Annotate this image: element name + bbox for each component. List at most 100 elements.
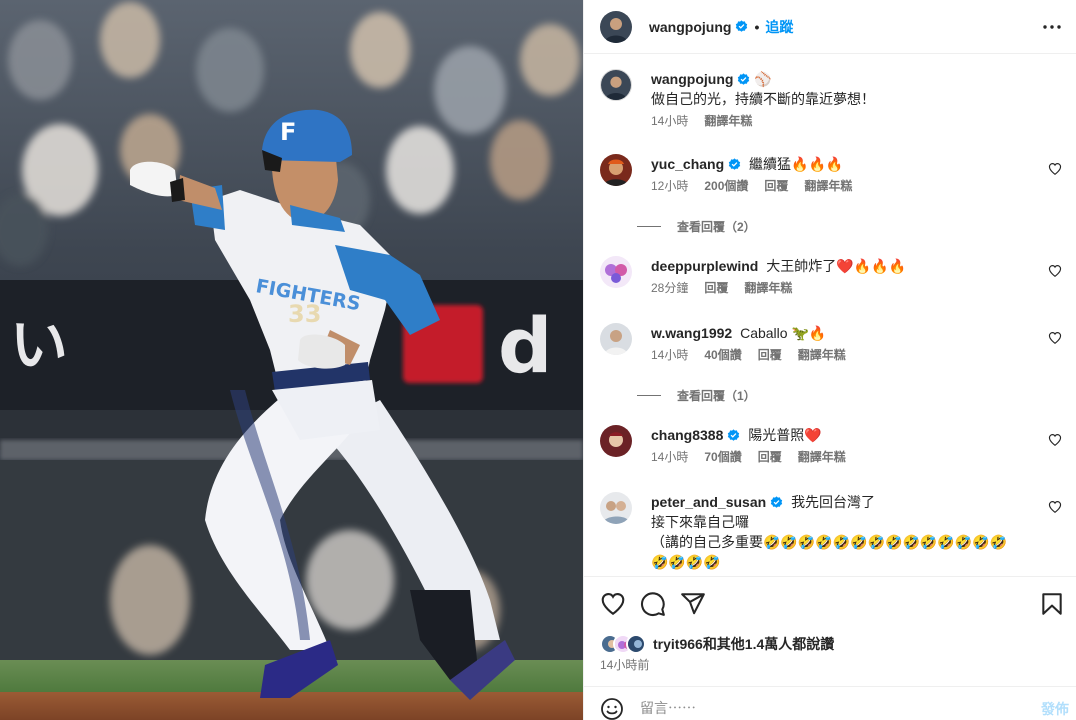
- comment-body: deeppurplewind 大王帥炸了❤️🔥🔥🔥 28分鐘 回覆 翻譯年糕: [651, 256, 1032, 296]
- comment-item: w.wang1992 Caballo 🦖🔥 14小時 40個讚 回覆 翻譯年糕: [600, 323, 1062, 379]
- comment-avatar[interactable]: [600, 256, 632, 288]
- caption-time[interactable]: 14小時: [651, 113, 688, 129]
- comment-time[interactable]: 14小時: [651, 347, 688, 363]
- comments-list[interactable]: wangpojung ⚾ 做自己的光，持續不斷的靠近夢想！ 14小時 翻譯年糕 …: [584, 55, 1076, 575]
- view-replies-label: 查看回覆（1）: [677, 389, 756, 403]
- comment-like-heart-icon[interactable]: [1048, 331, 1062, 345]
- comment-like-heart-icon[interactable]: [1048, 500, 1062, 514]
- verified-badge-icon: [736, 20, 748, 32]
- post-comment-button[interactable]: 發佈: [1041, 699, 1069, 719]
- caption-meta: 14小時 翻譯年糕: [651, 113, 1032, 129]
- add-comment-bar: 發佈: [584, 686, 1076, 720]
- caption-avatar[interactable]: [600, 69, 632, 101]
- banner-text-right: d: [498, 301, 552, 390]
- comment-body: peter_and_susan 我先回台灣了 接下來靠自己囉 （講的自己多重要🤣…: [651, 492, 1032, 572]
- comment-item: deeppurplewind 大王帥炸了❤️🔥🔥🔥 28分鐘 回覆 翻譯年糕: [600, 256, 1062, 306]
- follow-button[interactable]: 追蹤: [765, 17, 793, 37]
- view-replies-button[interactable]: 查看回覆（1）: [637, 387, 756, 404]
- caption-translate[interactable]: 翻譯年糕: [704, 113, 752, 129]
- comment-translate[interactable]: 翻譯年糕: [804, 178, 852, 194]
- post-actions: tryit966和其他1.4萬人都說讚 14小時前: [584, 576, 1076, 686]
- comment-like-heart-icon[interactable]: [1048, 433, 1062, 447]
- view-replies-label: 查看回覆（2）: [677, 220, 756, 234]
- comment-text-line: 🤣🤣🤣🤣: [651, 554, 721, 570]
- comment-likes[interactable]: 70個讚: [704, 449, 741, 465]
- bookmark-icon[interactable]: [1039, 591, 1065, 617]
- likes-text: tryit966和其他1.4萬人都說讚: [653, 634, 834, 654]
- comment-item: peter_and_susan 我先回台灣了 接下來靠自己囉 （講的自己多重要🤣…: [600, 492, 1062, 575]
- post-photo[interactable]: い d FIGHTERS 33 F: [0, 0, 583, 720]
- comment-body: w.wang1992 Caballo 🦖🔥 14小時 40個讚 回覆 翻譯年糕: [651, 323, 1032, 363]
- replies-line: [637, 226, 661, 227]
- comment-translate[interactable]: 翻譯年糕: [798, 347, 846, 363]
- liker-avatar: [626, 634, 646, 654]
- comment-time[interactable]: 14小時: [651, 449, 688, 465]
- comment-input[interactable]: [640, 697, 1020, 719]
- comment-text-line: 接下來靠自己囉: [651, 514, 749, 530]
- emoji-icon[interactable]: [600, 697, 624, 720]
- view-replies-button[interactable]: 查看回覆（2）: [637, 218, 756, 235]
- caption: wangpojung ⚾ 做自己的光，持續不斷的靠近夢想！ 14小時 翻譯年糕: [600, 69, 1062, 129]
- comment-translate[interactable]: 翻譯年糕: [798, 449, 846, 465]
- comment-reply-button[interactable]: 回覆: [704, 280, 728, 296]
- comment-body: yuc_chang 繼續猛🔥🔥🔥 12小時 200個讚 回覆 翻譯年糕: [651, 154, 1032, 194]
- comment-text: 大王帥炸了❤️🔥🔥🔥: [766, 258, 906, 274]
- header-separator: •: [754, 18, 760, 35]
- likes-summary[interactable]: tryit966和其他1.4萬人都說讚: [600, 634, 834, 654]
- comment-avatar[interactable]: [600, 323, 632, 355]
- comment-username[interactable]: peter_and_susan: [651, 494, 766, 510]
- comment-text: 我先回台灣了: [791, 494, 876, 510]
- comment-like-heart-icon[interactable]: [1048, 162, 1062, 176]
- comment-avatar[interactable]: [600, 492, 632, 524]
- comment-reply-button[interactable]: 回覆: [758, 347, 782, 363]
- verified-badge-icon: [728, 158, 741, 170]
- comment-icon[interactable]: [640, 591, 666, 617]
- comment-time[interactable]: 12小時: [651, 178, 688, 194]
- comment-username[interactable]: w.wang1992: [651, 325, 732, 341]
- replies-line: [637, 395, 661, 396]
- comment-text: 繼續猛🔥🔥🔥: [749, 156, 844, 172]
- header-avatar[interactable]: [600, 10, 632, 43]
- likes-rest[interactable]: 和其他1.4萬人都說讚: [703, 636, 834, 652]
- comment-reply-button[interactable]: 回覆: [764, 178, 788, 194]
- helmet-letter: F: [280, 118, 296, 146]
- comment-time[interactable]: 28分鐘: [651, 280, 688, 296]
- comment-username[interactable]: deeppurplewind: [651, 258, 758, 274]
- comment-meta: 12小時 200個讚 回覆 翻譯年糕: [651, 178, 1032, 194]
- caption-text: 做自己的光，持續不斷的靠近夢想！: [651, 91, 875, 107]
- comment-likes[interactable]: 40個讚: [704, 347, 741, 363]
- caption-username[interactable]: wangpojung: [651, 71, 733, 87]
- verified-badge-icon: [728, 429, 740, 441]
- comment-text: Caballo 🦖🔥: [740, 325, 827, 341]
- verified-badge-icon: [738, 73, 750, 85]
- jersey-number: 33: [288, 300, 321, 328]
- comment-username[interactable]: chang8388: [651, 427, 723, 443]
- likes-user[interactable]: tryit966: [653, 636, 703, 652]
- verified-badge-icon: [770, 496, 783, 508]
- comment-text: 陽光普照❤️: [748, 427, 822, 443]
- caption-body: wangpojung ⚾ 做自己的光，持續不斷的靠近夢想！ 14小時 翻譯年糕: [651, 69, 1032, 129]
- comment-translate[interactable]: 翻譯年糕: [744, 280, 792, 296]
- banner-text: い: [10, 311, 68, 379]
- comment-meta: 14小時 40個讚 回覆 翻譯年糕: [651, 347, 1032, 363]
- comment-meta: 14小時 70個讚 回覆 翻譯年糕: [651, 449, 1032, 465]
- comment-username[interactable]: yuc_chang: [651, 156, 724, 172]
- comment-text-line: （講的自己多重要🤣🤣🤣🤣🤣🤣🤣🤣🤣🤣🤣🤣🤣🤣: [651, 534, 1008, 550]
- comment-body: chang8388 陽光普照❤️ 14小時 70個讚 回覆 翻譯年糕: [651, 425, 1032, 465]
- heart-icon[interactable]: [600, 591, 626, 617]
- instagram-post-modal: い d FIGHTERS 33 F wangpojung • 追蹤 wangpo…: [0, 0, 1076, 720]
- comment-avatar[interactable]: [600, 425, 632, 457]
- comment-item: yuc_chang 繼續猛🔥🔥🔥 12小時 200個讚 回覆 翻譯年糕: [600, 154, 1062, 210]
- comment-likes[interactable]: 200個讚: [704, 178, 748, 194]
- post-header: wangpojung • 追蹤: [584, 0, 1076, 54]
- comment-reply-button[interactable]: 回覆: [758, 449, 782, 465]
- comment-item: chang8388 陽光普照❤️ 14小時 70個讚 回覆 翻譯年糕: [600, 425, 1062, 475]
- share-icon[interactable]: [680, 591, 706, 617]
- post-timestamp[interactable]: 14小時前: [600, 656, 649, 673]
- header-username[interactable]: wangpojung: [649, 19, 731, 35]
- baseball-player-photo: い d FIGHTERS 33 F: [0, 0, 583, 720]
- comment-meta: 28分鐘 回覆 翻譯年糕: [651, 280, 1032, 296]
- comment-avatar[interactable]: [600, 154, 632, 186]
- more-options-icon[interactable]: [1039, 14, 1065, 40]
- comment-like-heart-icon[interactable]: [1048, 264, 1062, 278]
